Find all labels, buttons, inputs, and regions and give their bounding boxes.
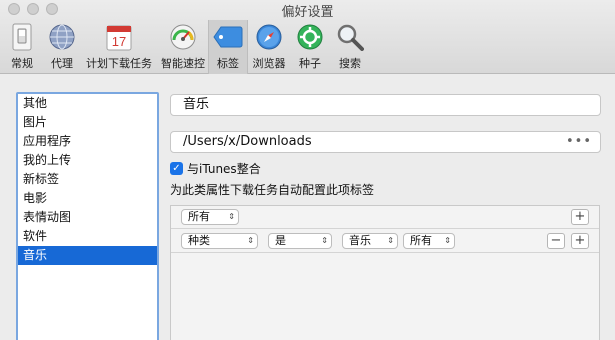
globe-icon [47,22,77,52]
tag-list-item[interactable]: 软件 [18,227,157,246]
calendar-icon: 17 [104,22,134,52]
add-rule-button[interactable]: + [571,209,589,225]
add-subrule-button[interactable]: + [571,233,589,249]
toolbar-label: 智能速控 [161,57,205,70]
toolbar-item-scheduled-download[interactable]: 17 计划下载任务 [84,20,154,74]
rule-header-row: 所有 ⇕ + [171,206,599,229]
rule-field-value: 种类 [188,234,210,247]
gear-icon [295,22,325,52]
toolbar-item-speed-control[interactable]: 智能速控 [158,20,208,74]
rule-operator-select[interactable]: 是 ⇕ [268,233,332,249]
tag-list-item[interactable]: 我的上传 [18,151,157,170]
rule-editor: 所有 ⇕ + 种类 ⇕ 是 ⇕ 音乐 ⇕ 所有 ⇕ − + [170,205,600,340]
toolbar-label: 浏览器 [252,57,286,70]
remove-rule-button[interactable]: − [547,233,565,249]
tag-name-field[interactable]: 音乐 [170,94,601,116]
download-path-value: /Users/x/Downloads [183,134,312,149]
tag-list-item[interactable]: 应用程序 [18,132,157,151]
tag-list-item[interactable]: 新标签 [18,170,157,189]
toolbar-item-torrent[interactable]: 种子 [294,20,326,74]
svg-text:17: 17 [112,34,126,49]
window-toolbar: 偏好设置 常规 代理 17 计划下载任务 智能速控 标签 浏览器 种子 搜索 [0,0,615,74]
tag-list-item[interactable]: 表情动图 [18,208,157,227]
toolbar-label: 种子 [299,57,321,70]
rule-field-select[interactable]: 种类 ⇕ [181,233,258,249]
rule-scope-select[interactable]: 所有 ⇕ [403,233,455,249]
itunes-integration-checkbox[interactable]: ✓ 与iTunes整合 [170,160,261,177]
speedometer-icon [168,22,198,52]
toolbar-item-search[interactable]: 搜索 [334,20,366,74]
tag-list[interactable]: 其他 图片 应用程序 我的上传 新标签 电影 表情动图 软件 音乐 [16,92,159,340]
toolbar-label: 搜索 [339,57,361,70]
toolbar-item-proxy[interactable]: 代理 [46,20,78,74]
tag-list-item[interactable]: 电影 [18,189,157,208]
browse-path-button[interactable]: ••• [566,132,592,152]
window-title: 偏好设置 [281,5,334,20]
toolbar-label: 计划下载任务 [86,57,152,70]
download-path-field[interactable]: /Users/x/Downloads ••• [170,131,601,153]
toolbar-label: 代理 [51,57,73,70]
checkmark-icon[interactable]: ✓ [170,162,183,175]
toolbar-label: 常规 [11,57,33,70]
rule-operator-value: 是 [275,234,286,247]
tag-icon [213,22,243,52]
updown-arrow-icon: ⇕ [247,236,254,245]
toolbar-item-browser[interactable]: 浏览器 [250,20,288,74]
match-all-select[interactable]: 所有 ⇕ [181,209,239,225]
tag-list-item[interactable]: 图片 [18,113,157,132]
updown-arrow-icon: ⇕ [321,236,328,245]
rule-value-select[interactable]: 音乐 ⇕ [342,233,398,249]
tag-list-item-selected[interactable]: 音乐 [18,246,157,265]
toolbar-item-general[interactable]: 常规 [4,20,40,74]
updown-arrow-icon: ⇕ [228,212,235,221]
rule-value-value: 音乐 [349,234,371,247]
toolbar-label: 标签 [217,57,239,70]
itunes-integration-label: 与iTunes整合 [187,162,261,176]
match-all-value: 所有 [188,210,210,223]
rule-row: 种类 ⇕ 是 ⇕ 音乐 ⇕ 所有 ⇕ − + [171,230,599,253]
updown-arrow-icon: ⇕ [387,236,394,245]
tag-list-item[interactable]: 其他 [18,94,157,113]
switch-icon [7,22,37,52]
compass-icon [254,22,284,52]
auto-tag-description: 为此类属性下载任务自动配置此项标签 [170,183,375,197]
toolbar-item-tags[interactable]: 标签 [208,20,248,74]
updown-arrow-icon: ⇕ [444,236,451,245]
rule-scope-value: 所有 [410,234,432,247]
magnifier-icon [335,22,365,52]
